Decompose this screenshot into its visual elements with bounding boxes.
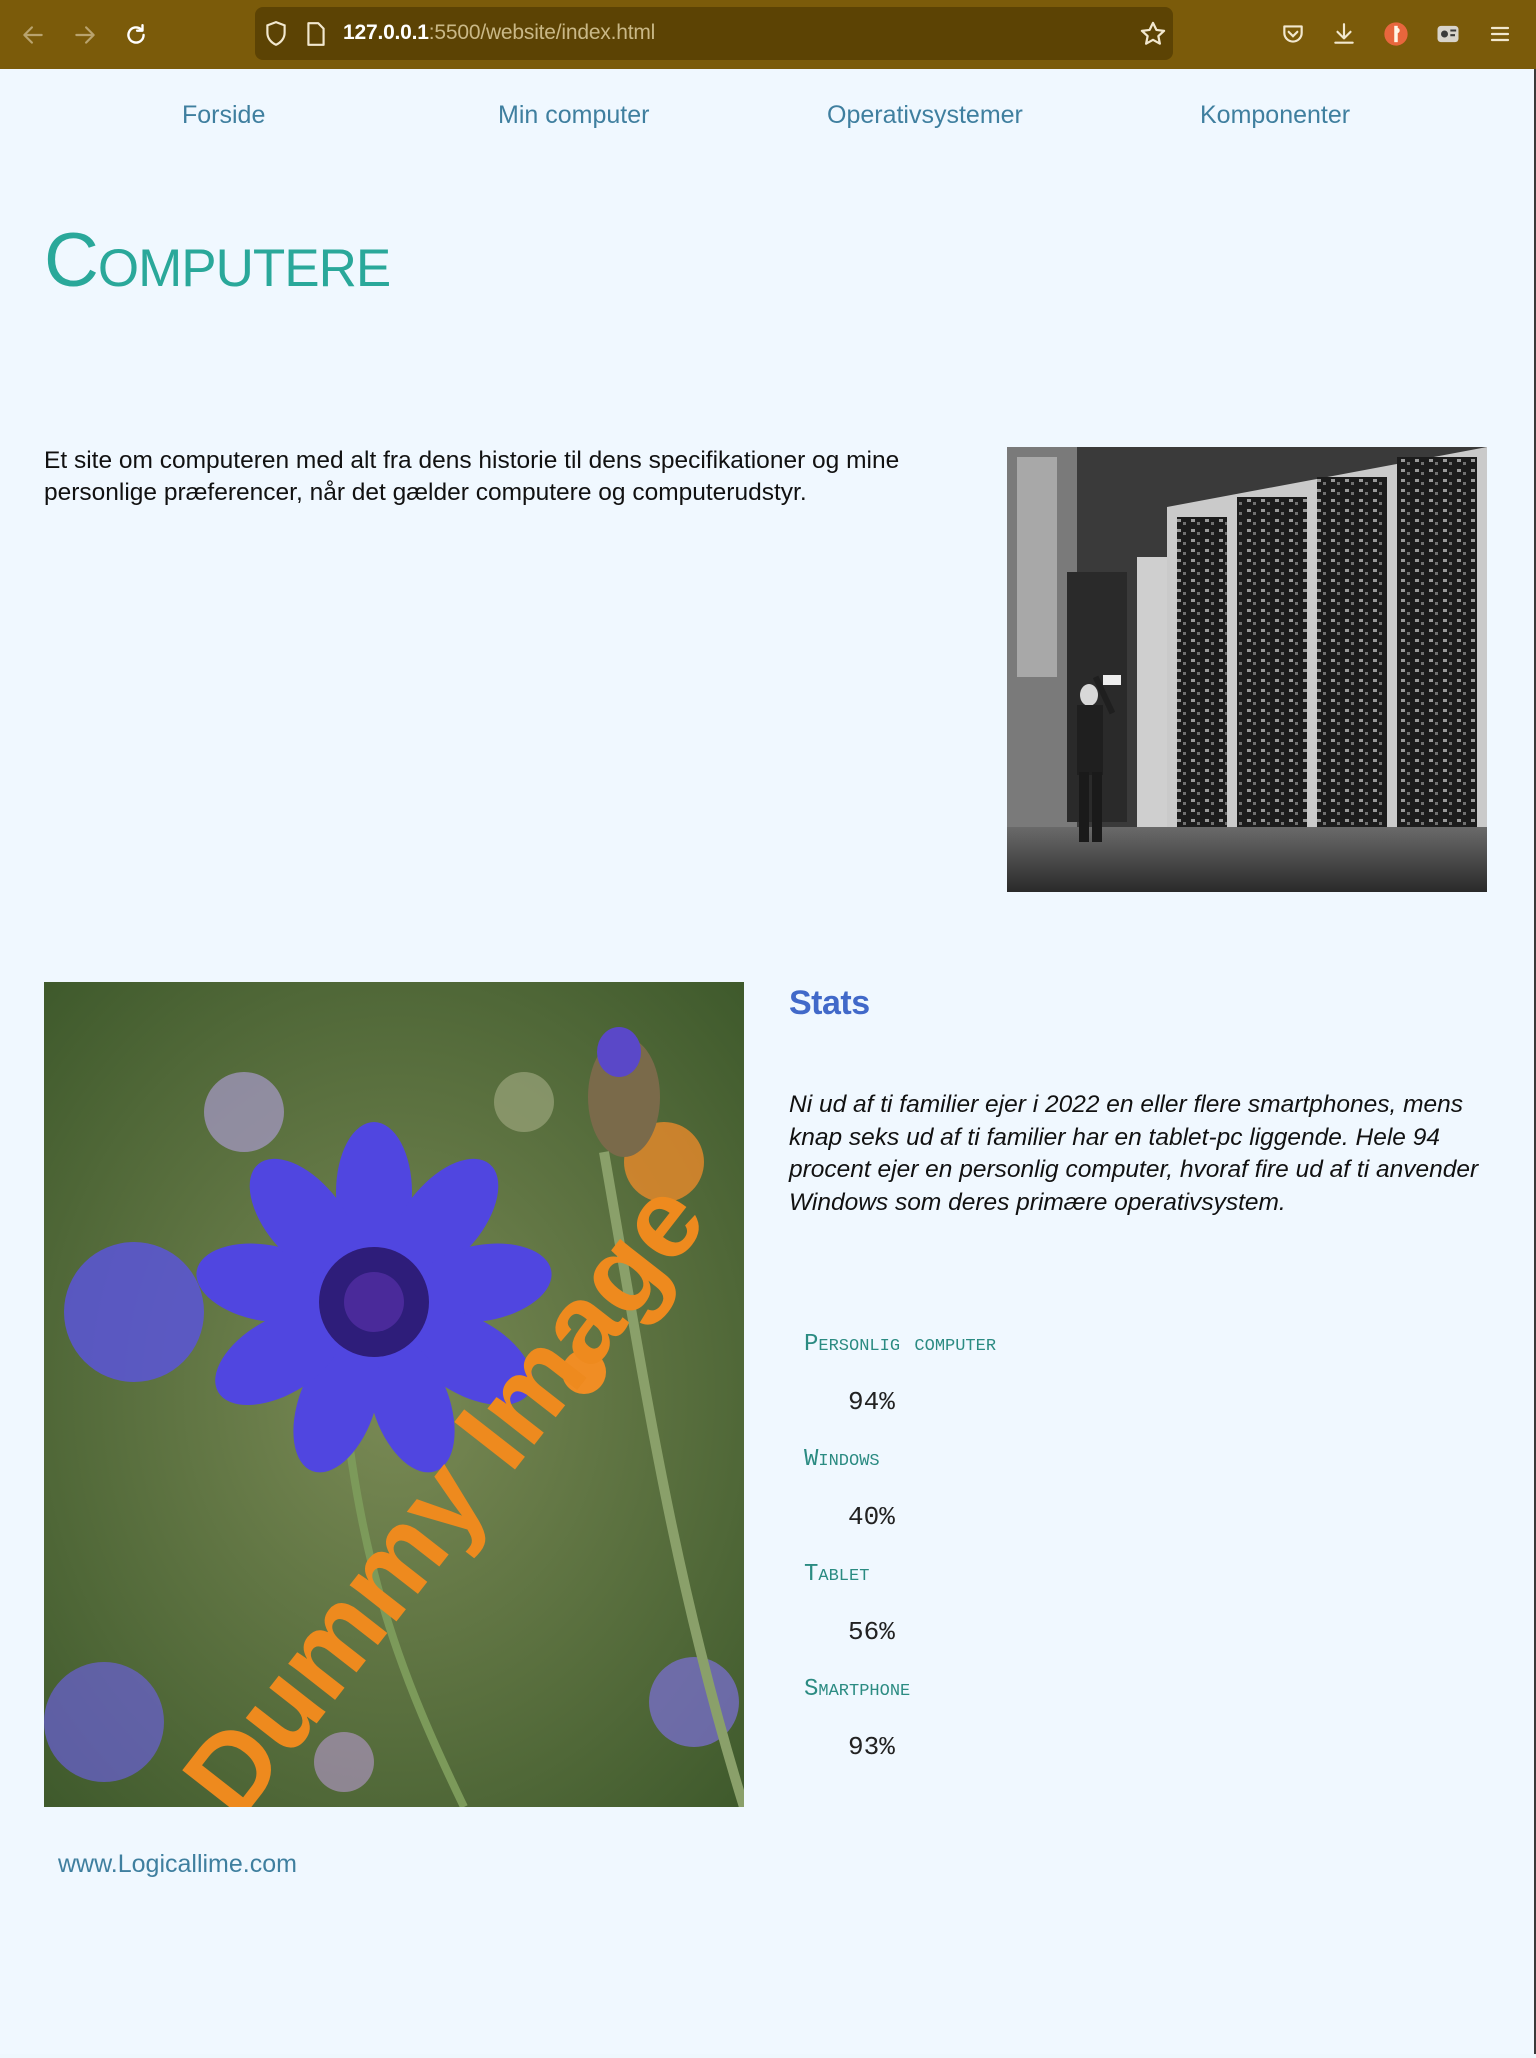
extension-icon[interactable]: [1380, 18, 1412, 50]
stat-label: Tablet: [804, 1561, 870, 1588]
stat-value: 94%: [848, 1387, 895, 1417]
pocket-icon[interactable]: [1277, 18, 1309, 50]
url-bar[interactable]: 127.0.0.1:5500/website/index.html: [255, 7, 1173, 60]
stat-label: Smartphone: [804, 1676, 911, 1703]
url-host: 127.0.0.1: [343, 21, 429, 44]
stat-label: Personlig computer: [804, 1331, 997, 1358]
page-icon: [305, 21, 327, 52]
extension-puzzle-icon[interactable]: [1432, 18, 1464, 50]
stats-heading: Stats: [789, 984, 870, 1022]
forward-icon[interactable]: [67, 17, 103, 53]
footer-link[interactable]: www.Logicallime.com: [58, 1850, 297, 1879]
stat-value: 93%: [848, 1732, 895, 1762]
reload-icon[interactable]: [118, 17, 154, 53]
nav-item-min-computer[interactable]: Min computer: [498, 101, 649, 130]
page-title: Computere: [44, 218, 391, 303]
nav-item-operativsystemer[interactable]: Operativsystemer: [827, 101, 1023, 130]
shield-icon[interactable]: [263, 20, 289, 53]
nav-item-komponenter[interactable]: Komponenter: [1200, 101, 1350, 130]
dummy-image: Dummy Image: [44, 982, 744, 1807]
nav-item-forside[interactable]: Forside: [182, 101, 265, 130]
menu-icon[interactable]: [1484, 18, 1516, 50]
stats-paragraph: Ni ud af ti familier ejer i 2022 en elle…: [789, 1091, 1479, 1216]
download-icon[interactable]: [1328, 18, 1360, 50]
browser-toolbar: 127.0.0.1:5500/website/index.html: [0, 0, 1536, 69]
intro-text: Et site om computeren med alt fra dens h…: [44, 447, 900, 506]
back-icon[interactable]: [15, 17, 51, 53]
url-text[interactable]: 127.0.0.1:5500/website/index.html: [343, 21, 655, 45]
vintage-computer-image: [1007, 447, 1487, 892]
stat-value: 40%: [848, 1502, 895, 1532]
stat-label: Windows: [804, 1446, 880, 1473]
page-content: Forside Min computer Operativsystemer Ko…: [0, 69, 1536, 2054]
url-path: :5500/website/index.html: [428, 21, 656, 44]
star-icon[interactable]: [1139, 20, 1167, 53]
stat-value: 56%: [848, 1617, 895, 1647]
